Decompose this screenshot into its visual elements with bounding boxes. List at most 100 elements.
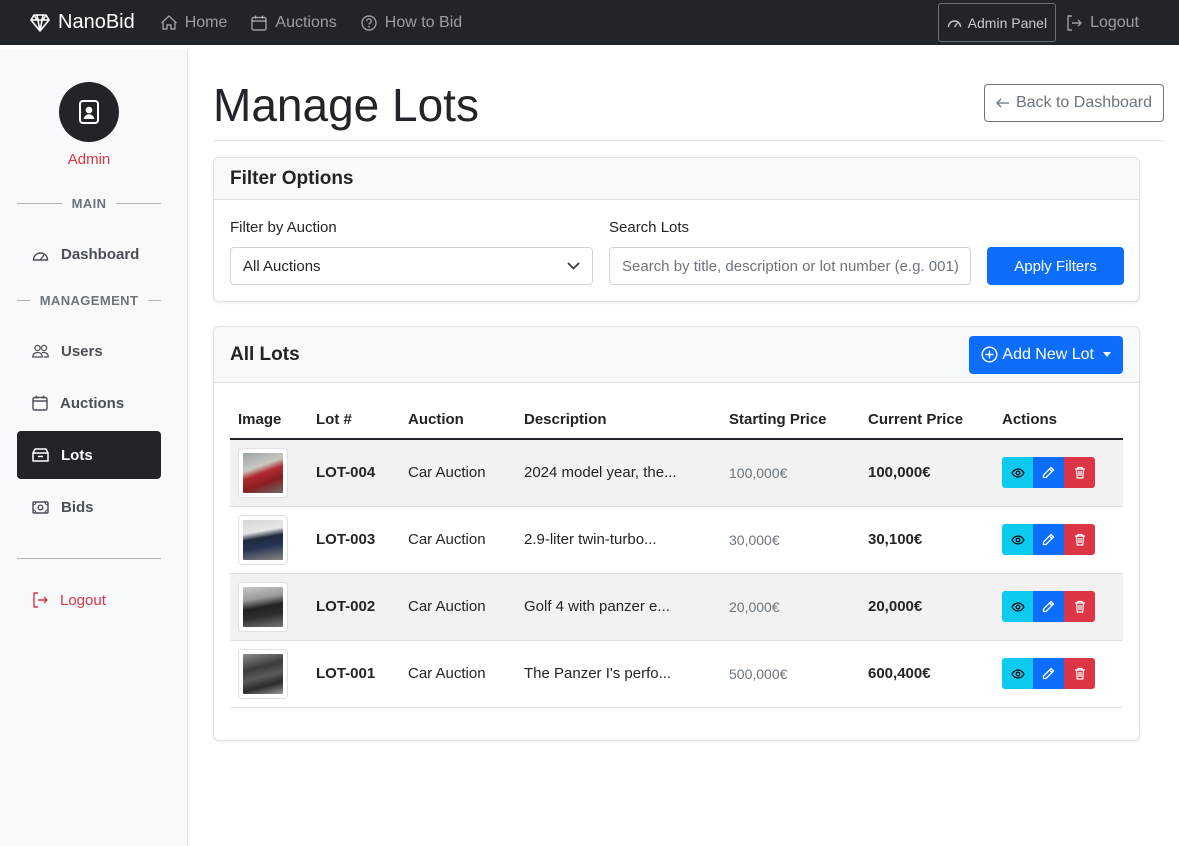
col-actions: Actions <box>994 401 1123 440</box>
apply-filters-button[interactable]: Apply Filters <box>987 247 1124 285</box>
lot-auction: Car Auction <box>400 439 516 507</box>
view-lot-button[interactable] <box>1002 457 1033 489</box>
view-lot-button[interactable] <box>1002 591 1033 622</box>
page-title: Manage Lots <box>213 79 479 131</box>
pencil-icon <box>1042 533 1055 546</box>
col-starting-price: Starting Price <box>721 401 860 440</box>
lot-starting-price: 500,000€ <box>721 640 860 708</box>
lot-starting-price: 30,000€ <box>721 506 860 574</box>
plus-circle-icon <box>981 346 998 363</box>
eye-icon <box>1010 668 1025 679</box>
auction-filter-select[interactable]: All Auctions <box>230 247 593 285</box>
calendar-icon <box>32 395 48 411</box>
sidebar-logout[interactable]: Logout <box>17 576 161 624</box>
lot-current-price: 30,100€ <box>860 506 994 574</box>
home-icon <box>160 15 177 30</box>
col-current-price: Current Price <box>860 401 994 440</box>
edit-lot-button[interactable] <box>1033 658 1064 689</box>
table-row: LOT-003 Car Auction 2.9-liter twin-turbo… <box>230 506 1123 574</box>
delete-lot-button[interactable] <box>1064 524 1095 555</box>
admin-name: Admin <box>67 151 111 168</box>
lot-starting-price: 20,000€ <box>721 573 860 641</box>
lot-thumbnail[interactable] <box>238 447 288 498</box>
trash-icon <box>1074 533 1085 546</box>
box-icon <box>32 448 49 462</box>
sidebar-item-lots[interactable]: Lots <box>17 431 161 479</box>
delete-lot-button[interactable] <box>1064 591 1095 622</box>
nav-logout-label: Logout <box>1090 13 1139 31</box>
sidebar-item-bids[interactable]: Bids <box>17 483 161 531</box>
lot-current-price: 600,400€ <box>860 640 994 708</box>
col-lot-number: Lot # <box>308 401 400 440</box>
cash-icon <box>32 500 49 514</box>
lot-description: 2024 model year, the... <box>516 439 721 507</box>
back-to-dashboard-label: Back to Dashboard <box>1015 94 1153 111</box>
eye-icon <box>1010 534 1025 545</box>
view-lot-button[interactable] <box>1002 524 1033 555</box>
nav-auctions[interactable]: Auctions <box>251 14 337 32</box>
chevron-down-icon <box>567 262 580 270</box>
pencil-icon <box>1042 466 1055 479</box>
nav-home[interactable]: Home <box>160 13 228 32</box>
back-to-dashboard-button[interactable]: Back to Dashboard <box>984 84 1164 122</box>
table-row: LOT-004 Car Auction 2024 model year, the… <box>230 439 1123 507</box>
search-lots-input[interactable] <box>609 247 971 285</box>
nav-logout[interactable]: Logout <box>1066 14 1139 32</box>
sidebar-item-users-label: Users <box>61 342 103 360</box>
filter-options-card: Filter Options Filter by Auction All Auc… <box>213 157 1140 302</box>
table-row: LOT-002 Car Auction Golf 4 with panzer e… <box>230 573 1123 641</box>
col-image: Image <box>230 401 308 440</box>
nav-home-label: Home <box>184 13 228 31</box>
avatar <box>59 82 119 142</box>
sidebar-item-users[interactable]: Users <box>17 327 161 375</box>
trash-icon <box>1074 667 1085 680</box>
search-lots-label: Search Lots <box>609 219 690 236</box>
edit-lot-button[interactable] <box>1033 591 1064 622</box>
speedometer-icon <box>947 20 961 28</box>
eye-icon <box>1010 468 1025 478</box>
all-lots-card: All Lots Add New Lot Image Lot # Auction… <box>213 326 1140 741</box>
view-lot-button[interactable] <box>1002 658 1033 689</box>
edit-lot-button[interactable] <box>1033 524 1064 555</box>
lot-current-price: 20,000€ <box>860 573 994 641</box>
lot-image-cell <box>230 640 308 708</box>
lot-number: LOT-002 <box>308 573 400 641</box>
sidebar-item-dashboard[interactable]: Dashboard <box>17 230 161 278</box>
lot-starting-price: 100,000€ <box>721 439 860 507</box>
lot-thumbnail[interactable] <box>238 581 288 632</box>
edit-lot-button[interactable] <box>1033 457 1064 489</box>
nav-how-to-bid[interactable]: How to Bid <box>361 14 462 32</box>
table-header-row: Image Lot # Auction Description Starting… <box>230 401 1123 440</box>
all-lots-title: All Lots <box>230 343 300 365</box>
section-main-label: MAIN <box>71 196 107 211</box>
lot-thumbnail[interactable] <box>238 648 288 699</box>
question-circle-icon <box>361 14 377 31</box>
top-navbar: NanoBid Home Auctions How to Bid Admin P… <box>0 0 1179 45</box>
people-icon <box>32 344 49 358</box>
admin-panel-button[interactable]: Admin Panel <box>937 3 1057 42</box>
lot-actions <box>994 573 1123 641</box>
section-management-label: MANAGEMENT <box>39 293 139 308</box>
lot-auction: Car Auction <box>400 506 516 574</box>
brand-link[interactable]: NanoBid <box>30 11 135 34</box>
delete-lot-button[interactable] <box>1064 658 1095 689</box>
sidebar-item-auctions-label: Auctions <box>60 394 125 412</box>
lot-image-cell <box>230 506 308 574</box>
lot-description: 2.9-liter twin-turbo... <box>516 506 721 574</box>
sidebar-item-auctions[interactable]: Auctions <box>17 379 161 427</box>
logout-icon <box>33 592 48 608</box>
sidebar-logout-label: Logout <box>60 591 106 609</box>
add-new-lot-button[interactable]: Add New Lot <box>969 335 1123 374</box>
filter-options-header: Filter Options <box>214 158 1139 200</box>
lot-number: LOT-001 <box>308 640 400 708</box>
lot-image-cell <box>230 439 308 507</box>
delete-lot-button[interactable] <box>1064 457 1095 489</box>
lot-image-cell <box>230 573 308 641</box>
eye-icon <box>1010 601 1025 612</box>
sidebar: Admin MAIN Dashboard MANAGEMENT Users Au… <box>0 50 188 846</box>
dropdown-caret-icon <box>1103 352 1111 357</box>
logout-icon <box>1067 14 1082 31</box>
lot-thumbnail[interactable] <box>238 514 288 565</box>
pencil-icon <box>1042 600 1055 613</box>
auction-filter-value: All Auctions <box>243 257 321 275</box>
